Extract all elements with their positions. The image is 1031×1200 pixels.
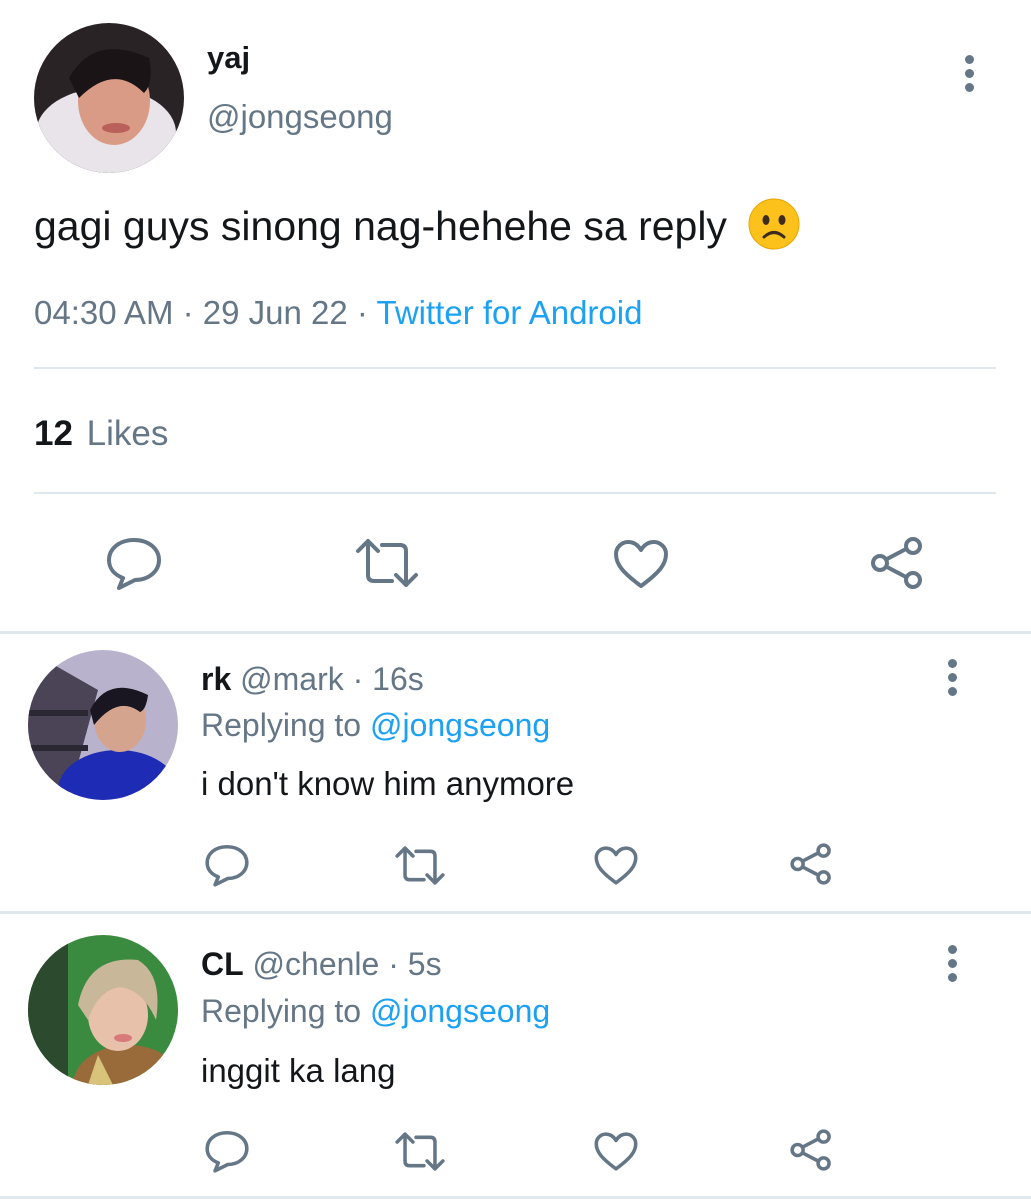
like-icon[interactable] — [593, 1131, 639, 1172]
reply-avatar[interactable] — [28, 935, 178, 1085]
author-avatar[interactable] — [34, 23, 184, 173]
share-icon[interactable] — [788, 842, 834, 886]
tweet-meta: 04:30 AM · 29 Jun 22 · Twitter for Andro… — [34, 294, 642, 332]
tweet-text-row: gagi guys sinong nag-hehehe sa reply — [34, 198, 800, 251]
likes-stat[interactable]: 12 Likes — [34, 414, 168, 454]
share-icon[interactable] — [788, 1128, 834, 1172]
reply-avatar[interactable] — [28, 650, 178, 800]
reply-icon[interactable] — [204, 843, 250, 887]
meta-separator: · — [356, 294, 368, 331]
meta-separator: · — [388, 946, 399, 982]
reply-icon[interactable] — [105, 536, 163, 590]
reply-age: 16s — [372, 661, 424, 697]
reply-age: 5s — [407, 946, 442, 982]
author-handle[interactable]: @jongseong — [207, 98, 393, 136]
likes-count: 12 — [34, 414, 73, 453]
tweet-time: 04:30 AM — [34, 294, 174, 331]
replying-to: Replying to @jongseong — [201, 992, 550, 1030]
share-icon[interactable] — [868, 535, 926, 591]
like-icon[interactable] — [593, 845, 639, 886]
reply-text: i don't know him anymore — [201, 765, 575, 802]
reply-text: inggit ka lang — [201, 1052, 396, 1089]
tweet-text: gagi guys sinong nag-hehehe sa reply — [34, 203, 727, 249]
likes-label: Likes — [86, 414, 169, 453]
section-separator — [0, 631, 1031, 634]
divider — [34, 367, 996, 369]
reply-handle[interactable]: @chenle — [253, 946, 380, 982]
reply-header: CL @chenle · 5s — [201, 945, 442, 983]
reply-more-options-icon[interactable] — [948, 945, 960, 987]
replying-label: Replying to — [201, 993, 362, 1029]
divider — [34, 492, 996, 494]
meta-separator: · — [182, 294, 194, 331]
retweet-icon[interactable] — [354, 537, 420, 589]
meta-separator: · — [352, 661, 364, 697]
retweet-icon[interactable] — [394, 845, 446, 886]
worried-face-icon — [748, 198, 800, 250]
like-icon[interactable] — [612, 538, 670, 590]
replying-handle-link[interactable]: @jongseong — [370, 993, 550, 1029]
replying-label: Replying to — [201, 707, 362, 743]
reply-display-name[interactable]: rk — [201, 661, 231, 697]
reply-header: rk @mark · 16s — [201, 660, 424, 698]
section-separator — [0, 1196, 1031, 1199]
retweet-icon[interactable] — [394, 1131, 446, 1172]
section-separator — [0, 911, 1031, 914]
reply-more-options-icon[interactable] — [948, 659, 960, 701]
replying-handle-link[interactable]: @jongseong — [370, 707, 550, 743]
tweet-more-options-icon[interactable] — [965, 55, 977, 97]
replying-to: Replying to @jongseong — [201, 706, 550, 744]
reply-display-name[interactable]: CL — [201, 946, 244, 982]
tweet-date: 29 Jun 22 — [202, 294, 348, 331]
author-display-name[interactable]: yaj — [207, 40, 250, 76]
reply-handle[interactable]: @mark — [240, 661, 344, 697]
tweet-source-link[interactable]: Twitter for Android — [377, 294, 643, 331]
reply-icon[interactable] — [204, 1129, 250, 1173]
